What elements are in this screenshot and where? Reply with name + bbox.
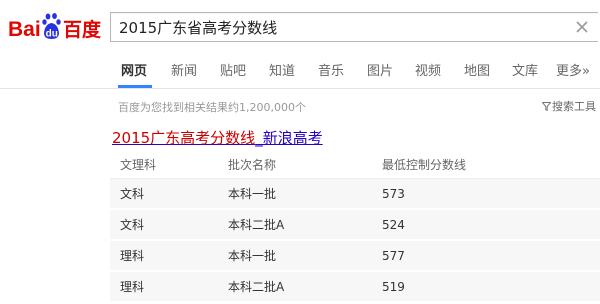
table-row: 文科 本科一批 573 [110, 178, 600, 210]
tab-video[interactable]: 视频 [415, 60, 441, 79]
search-tools-label: 搜索工具 [552, 100, 596, 113]
header: Bai du 百度 [0, 0, 600, 52]
table-cell: 本科一批 [218, 178, 372, 210]
table-row: 文科 本科二批A 524 [110, 209, 600, 241]
result-title-link[interactable]: 2015广东高考分数线_新浪高考 [112, 127, 323, 148]
close-icon[interactable] [574, 19, 590, 35]
table-cell: 519 [372, 271, 600, 303]
tab-music[interactable]: 音乐 [318, 60, 344, 79]
table-header-cell: 最低控制分数线 [372, 150, 600, 179]
tab-zhidao[interactable]: 知道 [269, 60, 295, 79]
table-header-row: 文理科 批次名称 最低控制分数线 [110, 150, 600, 179]
tab-wenku[interactable]: 文库 [512, 60, 538, 79]
table-cell: 本科二批A [218, 271, 372, 303]
table-row: 理科 本科二批A 519 [110, 271, 600, 303]
active-tab-indicator [118, 85, 152, 88]
svg-text:百度: 百度 [63, 18, 102, 41]
search-input[interactable] [119, 13, 559, 41]
result-title-highlight: 2015广东高考分数线 [112, 129, 256, 147]
table-cell: 577 [372, 240, 600, 272]
table-cell: 理科 [110, 271, 218, 303]
tab-web[interactable]: 网页 [121, 60, 147, 79]
tab-more[interactable]: 更多» [556, 60, 590, 79]
svg-text:du: du [46, 29, 58, 40]
table-cell: 524 [372, 209, 600, 241]
score-table: 文理科 批次名称 最低控制分数线 文科 本科一批 573 文科 本科二批A 52… [110, 150, 600, 303]
search-tabs: 网页 新闻 贴吧 知道 音乐 图片 视频 地图 文库 更多» [0, 52, 600, 89]
baidu-logo-graphic: Bai du 百度 [8, 13, 102, 41]
table-header-cell: 批次名称 [218, 150, 372, 179]
tab-images[interactable]: 图片 [367, 60, 393, 79]
table-cell: 本科二批A [218, 209, 372, 241]
tab-map[interactable]: 地图 [464, 60, 490, 79]
search-tools-button[interactable]: 搜索工具 [541, 98, 596, 114]
table-header-cell: 文理科 [110, 150, 218, 179]
svg-text:Bai: Bai [8, 18, 41, 41]
table-cell: 573 [372, 178, 600, 210]
filter-icon [541, 102, 552, 112]
baidu-logo[interactable]: Bai du 百度 [8, 12, 102, 42]
table-row: 理科 本科一批 577 [110, 240, 600, 272]
table-cell: 文科 [110, 209, 218, 241]
tab-tieba[interactable]: 贴吧 [220, 60, 246, 79]
table-cell: 理科 [110, 240, 218, 272]
search-box[interactable] [110, 12, 598, 42]
result-count: 百度为您找到相关结果约1,200,000个 [118, 101, 306, 114]
result-title-rest: _新浪高考 [255, 129, 323, 147]
tab-news[interactable]: 新闻 [171, 60, 197, 79]
table-cell: 文科 [110, 178, 218, 210]
table-cell: 本科一批 [218, 240, 372, 272]
